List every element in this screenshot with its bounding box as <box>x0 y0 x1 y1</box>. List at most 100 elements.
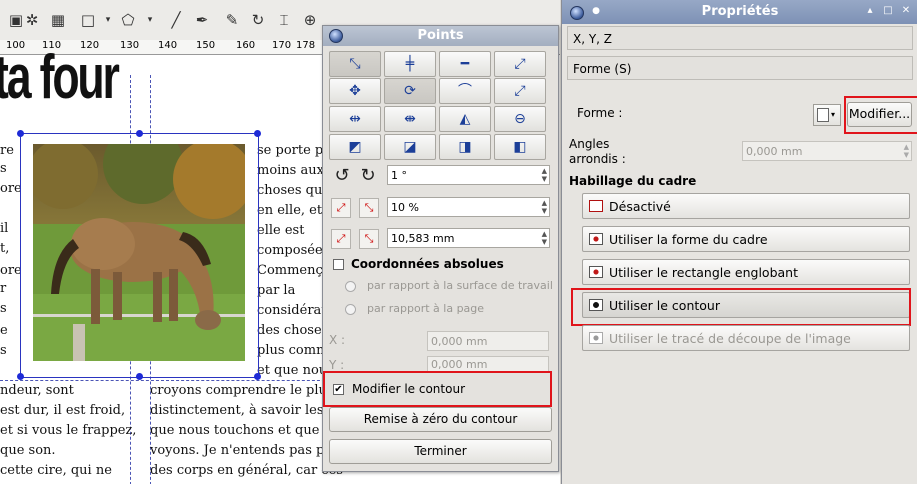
text-line: moins aux <box>257 163 324 178</box>
x-coordinate-input[interactable]: 0,000 mm <box>427 331 549 351</box>
rotate-ccw-icon[interactable]: ↺ <box>331 165 353 187</box>
section-shape[interactable]: Forme (S) <box>567 56 913 80</box>
relative-workspace-radio[interactable] <box>345 281 356 292</box>
wrap-frame-shape-label: Utiliser la forme du cadre <box>609 232 768 247</box>
maximize-icon[interactable]: □ <box>882 5 894 17</box>
points-window: Points ⤡ ╪ ━ ⤢ ✥ ⟳ ⌒ ⤢ ⇹ ⇼ ◭ ⊖ ◩ ◪ ◨ ◧ ↺… <box>322 25 559 472</box>
split-path-button[interactable]: ◭ <box>439 106 491 132</box>
delete-node-button[interactable]: ━ <box>439 51 491 77</box>
text-line: et que nou <box>257 363 328 378</box>
frame-handle[interactable] <box>136 130 143 137</box>
text-line: ore <box>0 263 22 278</box>
pencil-icon[interactable]: ✎ <box>220 8 244 32</box>
insert-table-icon[interactable]: ▦ <box>46 8 70 32</box>
wrap-bounding-box-icon <box>589 266 603 278</box>
line-tool-icon[interactable]: ╱ <box>164 8 188 32</box>
zoom-icon[interactable]: ⊕ <box>298 8 322 32</box>
rounded-corners-input[interactable]: 0,000 mm ▲ ▼ <box>742 141 912 161</box>
absolute-coords-checkbox[interactable] <box>333 259 344 270</box>
relative-page-radio[interactable] <box>345 304 356 315</box>
close-icon[interactable]: ✕ <box>900 5 912 17</box>
properties-title-bar[interactable]: ● Propriétés ▴ □ ✕ <box>562 0 917 24</box>
y-coordinate-input[interactable]: 0,000 mm <box>427 356 549 372</box>
symmetric-nodes-button[interactable]: ⟳ <box>384 78 436 104</box>
shear-left-button[interactable]: ◩ <box>329 134 381 160</box>
move-nodes-button[interactable]: ⤡ <box>329 51 381 77</box>
x-label: X : <box>329 333 346 347</box>
points-title-bar[interactable]: Points <box>323 26 558 46</box>
frame-handle[interactable] <box>17 373 24 380</box>
spin-arrows-icon[interactable]: ▲ ▼ <box>542 230 547 246</box>
shrink-icon[interactable]: ⤡ <box>359 229 379 249</box>
window-menu-icon[interactable] <box>570 6 584 20</box>
horse-photo <box>33 144 245 361</box>
relative-workspace-label: par rapport à la surface de travail <box>367 279 553 292</box>
shear-up-button[interactable]: ◨ <box>439 134 491 160</box>
reset-node-button[interactable]: ⤢ <box>494 78 546 104</box>
rotate-cw-icon[interactable]: ↻ <box>357 165 379 187</box>
expand-icon[interactable]: ⤢ <box>331 229 351 249</box>
edit-text-icon[interactable]: ⌶ <box>272 8 296 32</box>
shear-right-button[interactable]: ◪ <box>384 134 436 160</box>
wrap-clip-path-button[interactable]: Utiliser le tracé de découpe de l'image <box>582 325 910 351</box>
rounded-corners-value: 0,000 mm <box>746 145 803 158</box>
open-path-button[interactable]: ⇹ <box>329 106 381 132</box>
text-line: plus comm <box>257 343 329 358</box>
rotate-icon[interactable]: ↻ <box>246 8 270 32</box>
settings-gear-icon[interactable]: ✲ <box>20 8 44 32</box>
section-xyz[interactable]: X, Y, Z <box>567 26 913 50</box>
scale-length-input[interactable]: 10,583 mm ▲ ▼ <box>387 228 550 248</box>
wrap-bounding-box-button[interactable]: Utiliser le rectangle englobant <box>582 259 910 285</box>
text-line: s <box>0 161 7 176</box>
frame-handle[interactable] <box>17 130 24 137</box>
text-line: il <box>0 221 9 236</box>
rotation-angle-input[interactable]: 1 ° ▲ ▼ <box>387 165 550 185</box>
window-title: Points <box>417 28 464 43</box>
spin-arrows-icon[interactable]: ▲ ▼ <box>542 199 547 215</box>
text-line: considérat <box>257 303 327 318</box>
scale-percent-input[interactable]: 10 % ▲ ▼ <box>387 197 550 217</box>
scale-percent-value: 10 % <box>391 201 419 214</box>
wrap-disabled-button[interactable]: Désactivé <box>582 193 910 219</box>
reset-control-point-button[interactable]: ⤢ <box>494 51 546 77</box>
chevron-down-icon: ▾ <box>831 110 836 119</box>
x-coordinate-value: 0,000 mm <box>431 335 488 348</box>
ruler-label: 178 <box>296 40 316 51</box>
wrap-clip-path-label: Utiliser le tracé de découpe de l'image <box>609 331 851 346</box>
expand-icon[interactable]: ⤢ <box>331 198 351 218</box>
move-control-points-button[interactable]: ✥ <box>329 78 381 104</box>
y-label: Y : <box>329 358 345 372</box>
reverse-path-button[interactable]: ⊖ <box>494 106 546 132</box>
insert-polygon-icon[interactable]: ⬠ <box>116 8 140 32</box>
frame-handle[interactable] <box>254 130 261 137</box>
circle-icon[interactable]: ● <box>590 5 602 17</box>
chevron-down-icon[interactable]: ▾ <box>138 8 162 32</box>
window-menu-icon[interactable] <box>329 29 343 43</box>
window-title: Propriétés <box>701 4 779 19</box>
reset-contour-button[interactable]: Remise à zéro du contour <box>329 407 552 432</box>
add-node-button[interactable]: ╪ <box>384 51 436 77</box>
text-line: et si vous le frappez, <box>0 423 137 438</box>
text-line: choses qui <box>257 183 327 198</box>
ruler-label: 150 <box>196 40 216 51</box>
pin-up-icon[interactable]: ▴ <box>864 5 876 17</box>
frame-handle[interactable] <box>254 373 261 380</box>
close-path-button[interactable]: ⇼ <box>384 106 436 132</box>
bezier-tool-icon[interactable]: ✒ <box>190 8 214 32</box>
text-line: composée. <box>257 243 327 258</box>
shape-picker[interactable]: ▾ <box>813 104 841 126</box>
wrap-frame-shape-icon <box>589 233 603 245</box>
modify-button-highlight <box>844 96 917 134</box>
spin-arrows-icon[interactable]: ▲ ▼ <box>542 167 547 183</box>
wrap-frame-shape-button[interactable]: Utiliser la forme du cadre <box>582 226 910 252</box>
shrink-icon[interactable]: ⤡ <box>359 198 379 218</box>
wrap-contour-highlight <box>571 288 911 326</box>
frame-handle[interactable] <box>136 373 143 380</box>
asymmetric-nodes-button[interactable]: ⌒ <box>439 78 491 104</box>
text-line: elle est <box>257 223 305 238</box>
text-line: ndeur, sont <box>0 383 74 398</box>
shape-label: Forme : <box>577 106 623 120</box>
finish-button[interactable]: Terminer <box>329 439 552 464</box>
wrap-bounding-box-label: Utiliser le rectangle englobant <box>609 265 798 280</box>
shear-down-button[interactable]: ◧ <box>494 134 546 160</box>
